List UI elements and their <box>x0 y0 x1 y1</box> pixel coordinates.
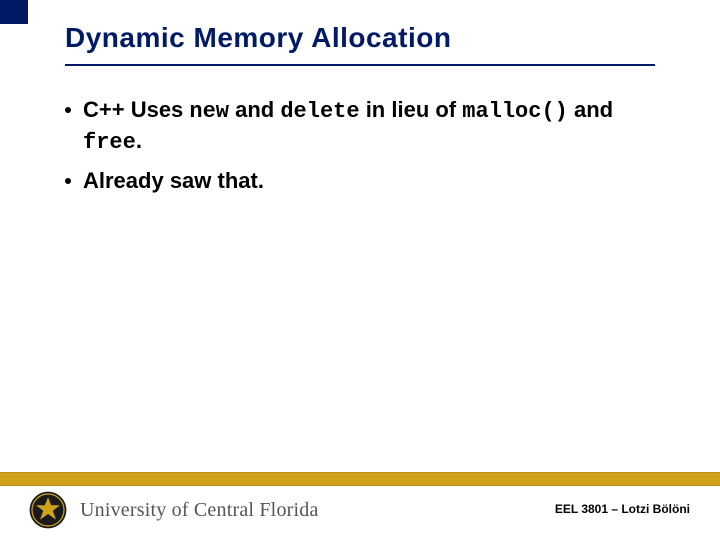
accent-corner <box>0 0 28 24</box>
bullet-1-text-mid1: and <box>229 97 280 122</box>
university-branding: University of Central Florida <box>28 490 319 530</box>
course-credit: EEL 3801 – Lotzi Bölöni <box>555 502 690 516</box>
bullet-1-text-pre: C++ Uses <box>83 97 189 122</box>
bullet-1: C++ Uses new and delete in lieu of mallo… <box>65 96 670 157</box>
keyword-new: new <box>189 99 229 124</box>
ucf-logo-icon <box>28 490 68 530</box>
bullet-2: Already saw that. <box>65 167 670 196</box>
keyword-malloc: malloc() <box>462 99 568 124</box>
footer: University of Central Florida EEL 3801 –… <box>0 472 720 540</box>
slide: Dynamic Memory Allocation C++ Uses new a… <box>0 0 720 540</box>
footer-gold-bar <box>0 472 720 486</box>
keyword-free: free <box>83 130 136 155</box>
slide-body: C++ Uses new and delete in lieu of mallo… <box>65 96 670 206</box>
slide-title: Dynamic Memory Allocation <box>65 22 680 54</box>
keyword-delete: delete <box>280 99 359 124</box>
university-name: University of Central Florida <box>80 499 319 522</box>
bullet-1-text-post: . <box>136 128 142 153</box>
bullet-1-text-mid3: and <box>568 97 613 122</box>
title-underline <box>65 64 655 66</box>
bullet-1-text-mid2: in lieu of <box>360 97 463 122</box>
